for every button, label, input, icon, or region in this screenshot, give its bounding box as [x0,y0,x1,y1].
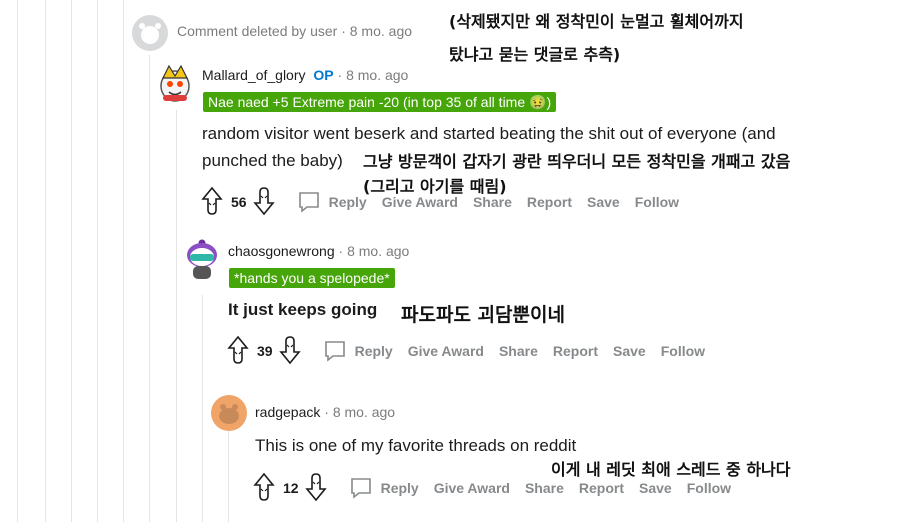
mallard-avatar[interactable] [155,62,195,102]
give-award-button[interactable]: Give Award [434,480,510,496]
deleted-comment-meta: Comment deleted by user · 8 mo. ago [177,23,412,39]
thread-line [17,0,18,522]
thread-line [97,0,98,522]
annotation-1-line-1: (삭제됐지만 왜 정착민이 눈멀고 휠체어까지 [449,12,744,31]
share-button[interactable]: Share [473,194,512,210]
deleted-comment-text: Comment deleted by user [177,23,338,39]
thread-line[interactable] [176,110,177,522]
radgepack-avatar[interactable] [211,395,247,431]
downvote-icon[interactable] [252,186,275,219]
user-flair: Nae naed +5 Extreme pain -20 (in top 35 … [203,92,557,112]
annotation-2-line-1: 그냥 방문객이 갑자기 광란 띄우더니 모든 정착민을 개패고 갔음 [363,152,791,171]
reply-button[interactable]: Reply [297,190,367,214]
annotation-3: 파도파도 괴담뿐이네 [401,304,565,326]
share-button[interactable]: Share [499,343,538,359]
comment-body: This is one of my favorite threads on re… [255,436,577,455]
vote-count: 12 [283,480,299,496]
deleted-user-avatar [132,15,168,51]
follow-button[interactable]: Follow [687,480,731,496]
thread-line[interactable] [228,430,229,522]
timestamp: · 8 mo. ago [341,23,413,39]
report-button[interactable]: Report [579,480,624,496]
upvote-icon[interactable] [227,335,249,368]
reply-icon [324,341,345,362]
save-button[interactable]: Save [587,194,620,210]
comment-body-line-1: random visitor went beserk and started b… [202,124,776,143]
author-link[interactable]: Mallard_of_glory [202,67,306,83]
follow-button[interactable]: Follow [661,343,705,359]
save-button[interactable]: Save [639,480,672,496]
comment-body: It just keeps going [228,300,378,319]
reply-label: Reply [380,480,419,496]
chaos-avatar[interactable] [184,237,220,281]
reply-label: Reply [328,194,367,210]
reply-button[interactable]: Reply [349,476,419,500]
annotation-1-line-2: 탔냐고 묻는 댓글로 추측) [449,45,621,64]
vote-count: 39 [257,343,273,359]
user-flair: *hands you a spelopede* [229,268,395,288]
timestamp[interactable]: · 8 mo. ago [339,243,410,259]
vote-count: 56 [231,194,247,210]
report-button[interactable]: Report [553,343,598,359]
comment-header: radgepack · 8 mo. ago [255,404,395,420]
comment-header: chaosgonewrong · 8 mo. ago [228,243,409,259]
op-badge: OP [313,67,334,83]
upvote-icon[interactable] [253,472,275,505]
thread-line [45,0,46,522]
comment-actions: 12 Reply Give Award Share Report Save Fo… [253,472,746,504]
comment-actions: 39 Reply Give Award Share Report Save Fo… [227,335,720,367]
report-button[interactable]: Report [527,194,572,210]
share-button[interactable]: Share [525,480,564,496]
reply-label: Reply [354,343,393,359]
thread-line[interactable] [202,295,203,522]
author-link[interactable]: radgepack [255,404,320,420]
thread-line[interactable] [149,55,150,522]
reply-icon [298,192,319,213]
thread-line [123,0,124,522]
give-award-button[interactable]: Give Award [408,343,484,359]
author-link[interactable]: chaosgonewrong [228,243,335,259]
comment-body-line-2: punched the baby) [202,151,343,170]
thread-line [71,0,72,522]
downvote-icon[interactable] [278,335,301,368]
give-award-button[interactable]: Give Award [382,194,458,210]
comment-header: Mallard_of_glory OP · 8 mo. ago [202,67,408,83]
reply-icon [350,478,371,499]
timestamp[interactable]: · 8 mo. ago [338,67,409,83]
downvote-icon[interactable] [304,472,327,505]
reply-button[interactable]: Reply [323,339,393,363]
follow-button[interactable]: Follow [635,194,679,210]
upvote-icon[interactable] [201,186,223,219]
comment-actions: 56 Reply Give Award Share Report Save Fo… [201,186,694,218]
save-button[interactable]: Save [613,343,646,359]
timestamp[interactable]: · 8 mo. ago [324,404,395,420]
